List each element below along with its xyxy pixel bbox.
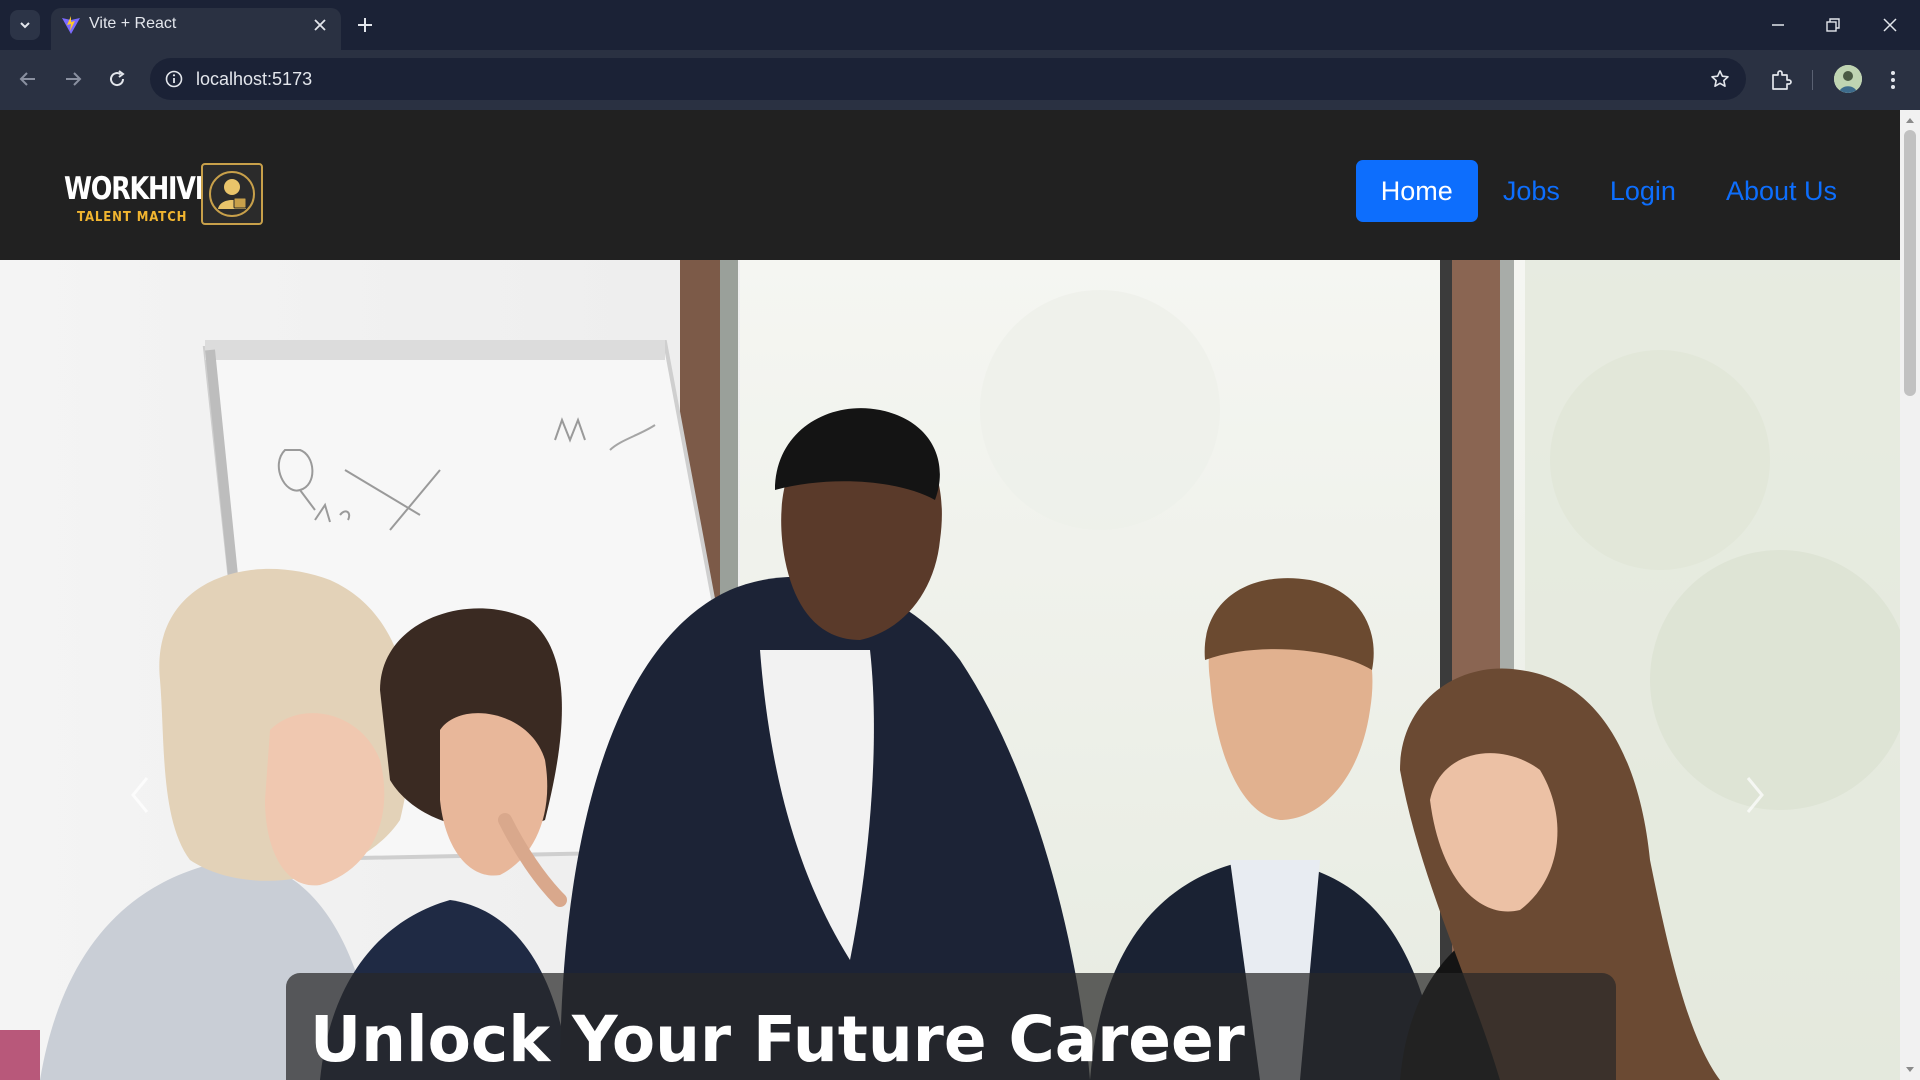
chevron-right-icon xyxy=(1746,777,1764,813)
tab-title: Vite + React xyxy=(89,15,177,32)
plus-icon xyxy=(358,18,372,32)
kebab-icon xyxy=(1891,71,1895,89)
reload-button[interactable] xyxy=(104,66,130,92)
extensions-button[interactable] xyxy=(1767,66,1795,94)
close-window-button[interactable] xyxy=(1877,12,1903,38)
nav-about-us[interactable]: About Us xyxy=(1701,160,1862,222)
puzzle-icon xyxy=(1772,70,1792,90)
carousel-next-button[interactable] xyxy=(1735,765,1775,825)
logo-tagline: TALENT MATCH xyxy=(77,210,188,225)
site-logo[interactable]: WORKHIVE TALENT MATCH xyxy=(64,163,263,227)
hero-image xyxy=(0,260,1900,1080)
star-icon[interactable] xyxy=(1708,67,1732,91)
carousel-prev-button[interactable] xyxy=(120,765,160,825)
menu-button[interactable] xyxy=(1879,66,1907,94)
close-icon xyxy=(314,19,326,31)
chevron-down-icon xyxy=(20,22,30,29)
profile-icon xyxy=(1834,65,1862,93)
nav-login[interactable]: Login xyxy=(1585,160,1701,222)
scroll-down-arrow-icon[interactable] xyxy=(1904,1064,1916,1076)
logo-wordmark: WORKHIVE xyxy=(64,171,212,207)
vite-icon xyxy=(61,15,81,40)
toolbar-separator xyxy=(1812,70,1813,90)
browser-tabstrip: Vite + React xyxy=(0,0,1920,50)
nav-home[interactable]: Home xyxy=(1355,160,1478,222)
close-icon xyxy=(1883,18,1897,32)
back-button[interactable] xyxy=(15,66,41,92)
hero-carousel: Unlock Your Future Career xyxy=(0,260,1900,1080)
forward-button[interactable] xyxy=(60,66,86,92)
minimize-button[interactable] xyxy=(1765,12,1791,38)
browser-tab[interactable]: Vite + React xyxy=(51,8,341,50)
arrow-left-icon xyxy=(19,72,35,86)
browser-toolbar: localhost:5173 xyxy=(0,50,1920,110)
arrow-right-icon xyxy=(66,72,82,86)
new-tab-button[interactable] xyxy=(354,12,376,38)
restore-icon xyxy=(1826,18,1840,32)
tab-search-button[interactable] xyxy=(10,10,40,40)
avatar[interactable] xyxy=(1834,65,1862,93)
restore-button[interactable] xyxy=(1820,12,1846,38)
site-navbar: WORKHIVE TALENT MATCH Home Jobs Login Ab… xyxy=(0,110,1900,260)
url-text[interactable]: localhost:5173 xyxy=(196,69,312,90)
hero-title: Unlock Your Future Career xyxy=(310,1003,1245,1076)
nav-jobs[interactable]: Jobs xyxy=(1478,160,1585,222)
page-viewport: WORKHIVE TALENT MATCH Home Jobs Login Ab… xyxy=(0,110,1900,1080)
hero-caption: Unlock Your Future Career xyxy=(286,973,1616,1080)
main-menu: Home Jobs Login About Us xyxy=(1355,160,1862,222)
scroll-thumb[interactable] xyxy=(1904,130,1916,396)
chevron-left-icon xyxy=(131,777,149,813)
scroll-up-arrow-icon[interactable] xyxy=(1904,114,1916,126)
info-icon[interactable] xyxy=(162,67,186,91)
tab-close-button[interactable] xyxy=(309,14,331,36)
page-scrollbar[interactable] xyxy=(1900,110,1920,1080)
reload-icon xyxy=(110,70,125,87)
person-badge-icon xyxy=(201,163,263,225)
address-bar[interactable]: localhost:5173 xyxy=(150,58,1746,100)
minimize-icon xyxy=(1772,24,1784,26)
